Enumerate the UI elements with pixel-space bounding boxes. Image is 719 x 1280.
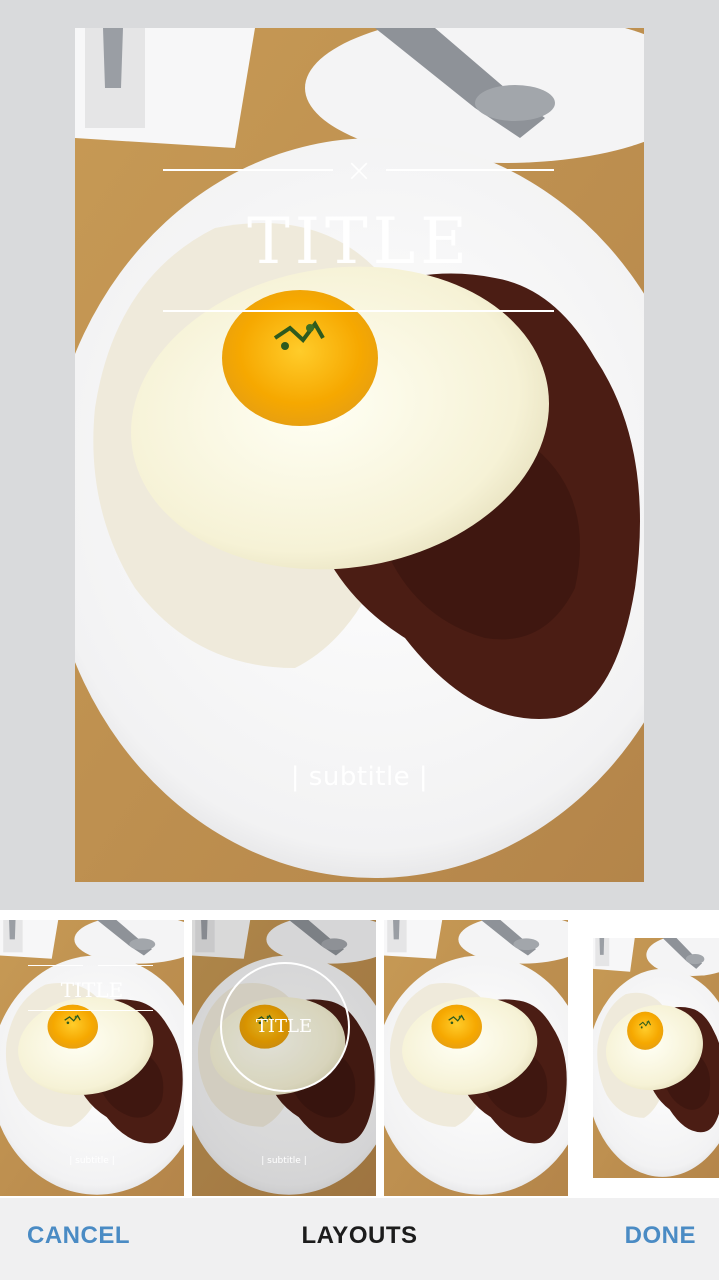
layouts-strip[interactable]: TITLE | subtitle | TITLE | subtitle |: [0, 910, 719, 1198]
photo-preview[interactable]: × TITLE | subtitle |: [75, 28, 644, 882]
thumb-subtitle: | subtitle |: [69, 1156, 115, 1166]
bottom-bar: CANCEL LAYOUTS DONE: [0, 1198, 719, 1280]
title-text[interactable]: TITLE: [75, 210, 644, 274]
thumb-title: TITLE: [255, 1016, 313, 1037]
thumb-rule-top-right: [98, 965, 153, 966]
thumb-subtitle: | subtitle |: [261, 1156, 307, 1166]
bar-title: LAYOUTS: [301, 1222, 418, 1249]
subtitle-text[interactable]: | subtitle |: [75, 762, 644, 792]
layout-thumb-circle[interactable]: TITLE | subtitle |: [192, 920, 376, 1196]
thumb-rule-top-left: [28, 965, 83, 966]
title-rule-top-right: [386, 169, 554, 171]
title-rule-bottom: [163, 310, 554, 312]
thumb-title: TITLE: [60, 978, 124, 1002]
thumb-photo: [0, 920, 184, 1196]
thumb-photo: [593, 938, 719, 1178]
thumb-photo: [384, 920, 568, 1196]
done-button[interactable]: DONE: [625, 1222, 696, 1250]
thumb-rule-bottom: [28, 1010, 153, 1011]
title-rule-top-left: [163, 169, 333, 171]
close-icon[interactable]: ×: [343, 154, 375, 186]
layout-thumb-classic[interactable]: TITLE | subtitle |: [0, 920, 184, 1196]
layout-thumb-plain[interactable]: [384, 920, 568, 1196]
layout-thumb-framed[interactable]: [576, 920, 719, 1196]
